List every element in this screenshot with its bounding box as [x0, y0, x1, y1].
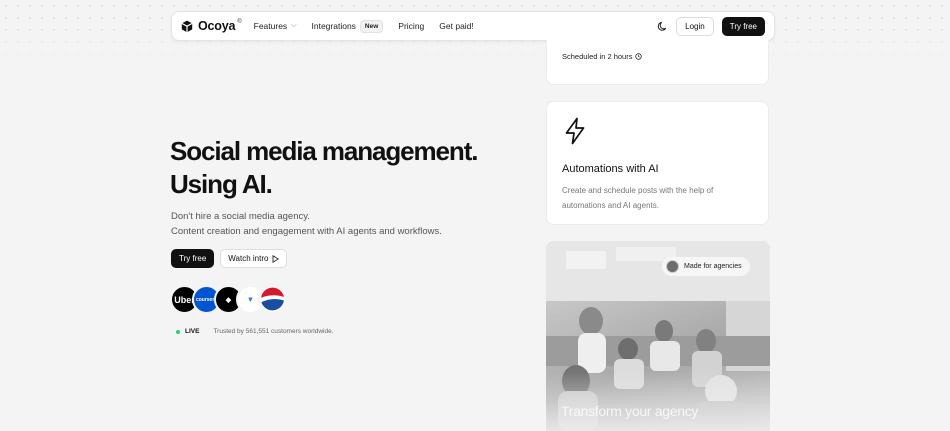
play-icon: [272, 254, 280, 263]
hero-subtitle: Don't hire a social media agency. Conten…: [171, 209, 442, 239]
pepsi-logo: [258, 285, 287, 314]
lightning-icon: [565, 117, 585, 145]
hero-sub-line2: Content creation and engagement with AI …: [171, 226, 442, 237]
registered-mark: ®: [237, 19, 242, 25]
watch-intro-button[interactable]: Watch intro: [220, 249, 288, 268]
agency-pill-label: Made for agencies: [684, 263, 742, 270]
live-dot-icon: [176, 329, 180, 334]
photo-fade-overlay: [546, 371, 770, 431]
automations-title: Automations with AI: [562, 163, 659, 175]
nav-features-label: Features: [253, 21, 288, 31]
nav-integrations-label: Integrations: [311, 21, 356, 31]
nav-integrations[interactable]: Integrations New: [311, 19, 384, 33]
nav-get-paid[interactable]: Get paid!: [439, 21, 474, 31]
trusted-count: Trusted by 561,551 customers worldwide.: [213, 328, 334, 335]
nav-features[interactable]: Features ⌵: [254, 21, 297, 31]
hero-try-free-button[interactable]: Try free: [171, 249, 215, 268]
agency-photo-card[interactable]: Made for agencies Transform your agency: [546, 241, 770, 431]
scheduled-card: Scheduled in 2 hours: [546, 40, 769, 85]
hero-sub-line1: Don't hire a social media agency.: [171, 211, 310, 222]
hero-actions: Try free Watch intro: [171, 249, 288, 268]
background-fade: [0, 0, 950, 431]
live-label: LIVE: [185, 328, 200, 335]
live-status: LIVE Trusted by 561,551 customers worldw…: [176, 328, 334, 335]
cube-logo-icon: [181, 20, 193, 32]
new-badge: New: [359, 19, 384, 33]
watch-intro-label: Watch intro: [228, 254, 269, 263]
scheduled-text: Scheduled in 2 hours: [562, 52, 633, 61]
automations-description: Create and schedule posts with the help …: [562, 186, 714, 210]
hero-title-line2: Using AI.: [170, 169, 273, 199]
clock-icon: [635, 53, 643, 60]
pepsi-globe-icon: [260, 287, 285, 312]
login-button[interactable]: Login: [676, 16, 714, 36]
hero-title: Social media management. Using AI.: [170, 135, 478, 201]
made-for-agencies-pill[interactable]: Made for agencies: [662, 257, 750, 276]
customer-logos: Uber coursera ◆ ⩔: [170, 285, 287, 314]
automations-card: Automations with AI Create and schedule …: [546, 101, 769, 225]
hero-title-line1: Social media management.: [170, 136, 478, 166]
photo-caption: Transform your agency: [561, 403, 699, 419]
nav-try-free-button[interactable]: Try free: [721, 16, 765, 36]
moon-icon[interactable]: [657, 21, 668, 32]
brand-logo[interactable]: Ocoya ®: [181, 19, 242, 33]
top-navbar: Ocoya ® Features ⌵ Integrations New Pric…: [171, 11, 775, 41]
nav-actions: Login Try free: [657, 16, 765, 36]
avatar: [666, 260, 679, 273]
brand-name: Ocoya: [198, 19, 236, 33]
nav-pricing[interactable]: Pricing: [398, 21, 424, 31]
chevron-down-icon: ⌵: [291, 22, 297, 29]
scheduled-row: Scheduled in 2 hours: [562, 52, 643, 61]
